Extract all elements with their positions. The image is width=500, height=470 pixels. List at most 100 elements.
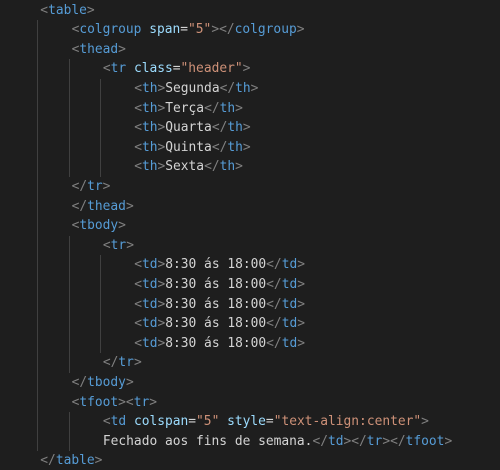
code-line[interactable]: <td>8:30 ás 18:00</td> (134, 314, 305, 334)
indent-guide (68, 59, 70, 177)
code-tag-name: th (141, 139, 158, 155)
code-bracket: </ (71, 178, 88, 194)
code-line[interactable]: <thead> (72, 40, 126, 60)
code-tag-name: td (281, 335, 298, 351)
indent-guide (68, 235, 70, 373)
code-tag-name: colgroup (79, 22, 142, 38)
code-text: 8:30 ás 18:00 (165, 276, 267, 292)
code-text: 8:30 ás 18:00 (165, 335, 267, 351)
code-editor[interactable]: <table> <colgroup span="5"></colgroup> <th… (0, 0, 500, 470)
code-bracket: < (134, 120, 142, 136)
code-line[interactable]: <th>Quarta</th> (134, 118, 250, 138)
code-bracket: > (297, 316, 305, 332)
code-tag-name: tbody (87, 374, 126, 390)
code-bracket: </ (204, 159, 220, 175)
code-text: Segunda (165, 80, 220, 96)
code-text: Terça (165, 100, 205, 116)
code-bracket: </ (40, 453, 56, 469)
code-punct: = (180, 22, 189, 38)
code-bracket: </ (211, 120, 228, 136)
code-tag-name: th (141, 100, 158, 116)
code-line[interactable]: <colgroup span="5"></colgroup> (72, 20, 305, 40)
code-bracket: > (125, 198, 134, 214)
code-bracket: > (297, 257, 305, 273)
code-tag-name: th (141, 159, 158, 175)
code-bracket: > (235, 159, 243, 175)
code-line[interactable]: <th>Quinta</th> (134, 138, 250, 158)
code-bracket: > (126, 237, 134, 253)
code-bracket: < (134, 159, 142, 175)
code-attribute-name: class (133, 61, 173, 77)
code-bracket: > (235, 100, 243, 116)
code-line[interactable]: </tr> (72, 177, 111, 197)
code-bracket: </ (71, 198, 88, 214)
code-line[interactable]: <td>8:30 ás 18:00</td> (134, 295, 305, 315)
code-bracket: < (102, 414, 111, 430)
code-bracket: </ (204, 100, 220, 116)
code-bracket: </ (211, 139, 228, 155)
code-line[interactable]: <th>Terça</th> (134, 99, 243, 119)
code-bracket: > (250, 80, 259, 96)
code-attribute-name: colspan (133, 414, 189, 430)
code-tag-name: th (219, 100, 236, 116)
code-bracket: </ (219, 22, 235, 38)
code-bracket: > (242, 61, 251, 77)
code-bracket: ></ (382, 433, 406, 449)
code-line[interactable]: </tbody> (72, 373, 134, 393)
indent-guide (99, 255, 101, 354)
code-tag-name: tr (87, 178, 103, 194)
code-text: Quarta (165, 120, 212, 136)
code-bracket: > (125, 374, 134, 390)
code-tag-name: thead (79, 41, 119, 57)
code-punct: = (172, 61, 181, 77)
code-line[interactable]: <table> (40, 1, 94, 21)
code-bracket: </ (312, 433, 328, 449)
code-bracket: > (444, 433, 453, 449)
code-line[interactable]: <td>8:30 ás 18:00</td> (134, 334, 305, 354)
code-tag-name: td (141, 296, 158, 312)
code-line[interactable]: <tr> (103, 236, 134, 256)
code-line[interactable]: <td>8:30 ás 18:00</td> (134, 275, 305, 295)
code-text: 8:30 ás 18:00 (165, 257, 267, 273)
code-bracket: < (134, 335, 142, 351)
code-bracket: > (211, 22, 220, 38)
code-tag-name: td (281, 257, 298, 273)
code-punct: = (265, 414, 274, 430)
code-bracket: </ (266, 335, 282, 351)
code-line[interactable]: </table> (40, 451, 102, 470)
code-line[interactable]: <td>8:30 ás 18:00</td> (134, 255, 305, 275)
code-bracket: < (134, 100, 142, 116)
code-line[interactable]: <td colspan="5" style="text-align:center… (103, 412, 429, 432)
code-line[interactable]: <th>Segunda</th> (134, 79, 258, 99)
code-line[interactable]: Fechado aos fins de semana.</td></tr></t… (103, 432, 452, 452)
code-bracket: > (242, 120, 251, 136)
code-line[interactable]: <tfoot><tr> (72, 393, 157, 413)
code-tag-name: td (110, 414, 127, 430)
code-tag-name: td (281, 276, 298, 292)
code-bracket: < (134, 80, 142, 96)
code-bracket: </ (266, 276, 282, 292)
indent-guide (37, 20, 39, 452)
code-tag-name: td (141, 276, 158, 292)
code-tag-name: th (235, 80, 251, 96)
code-tag-name: td (141, 335, 158, 351)
code-tag-name: table (48, 2, 87, 18)
code-bracket: >< (118, 394, 134, 410)
code-line[interactable]: <tr class="header"> (103, 59, 251, 79)
indent-guide (99, 78, 101, 177)
code-bracket: < (134, 139, 142, 155)
code-tag-name: td (281, 296, 298, 312)
code-text: Quinta (165, 139, 212, 155)
code-bracket: < (102, 237, 111, 253)
code-tag-name: td (141, 316, 158, 332)
code-tag-name: th (219, 159, 236, 175)
code-attribute-value: "5" (196, 414, 220, 430)
code-tag-name: tr (110, 237, 127, 253)
code-tag-name: tr (366, 433, 383, 449)
code-line[interactable]: </tr> (103, 353, 142, 373)
code-line[interactable]: <th>Sexta</th> (134, 157, 243, 177)
code-bracket: </ (266, 316, 282, 332)
code-line[interactable]: <tbody> (72, 216, 126, 236)
code-text: Fechado aos fins de semana. (102, 433, 313, 449)
code-line[interactable]: </thead> (72, 197, 134, 217)
